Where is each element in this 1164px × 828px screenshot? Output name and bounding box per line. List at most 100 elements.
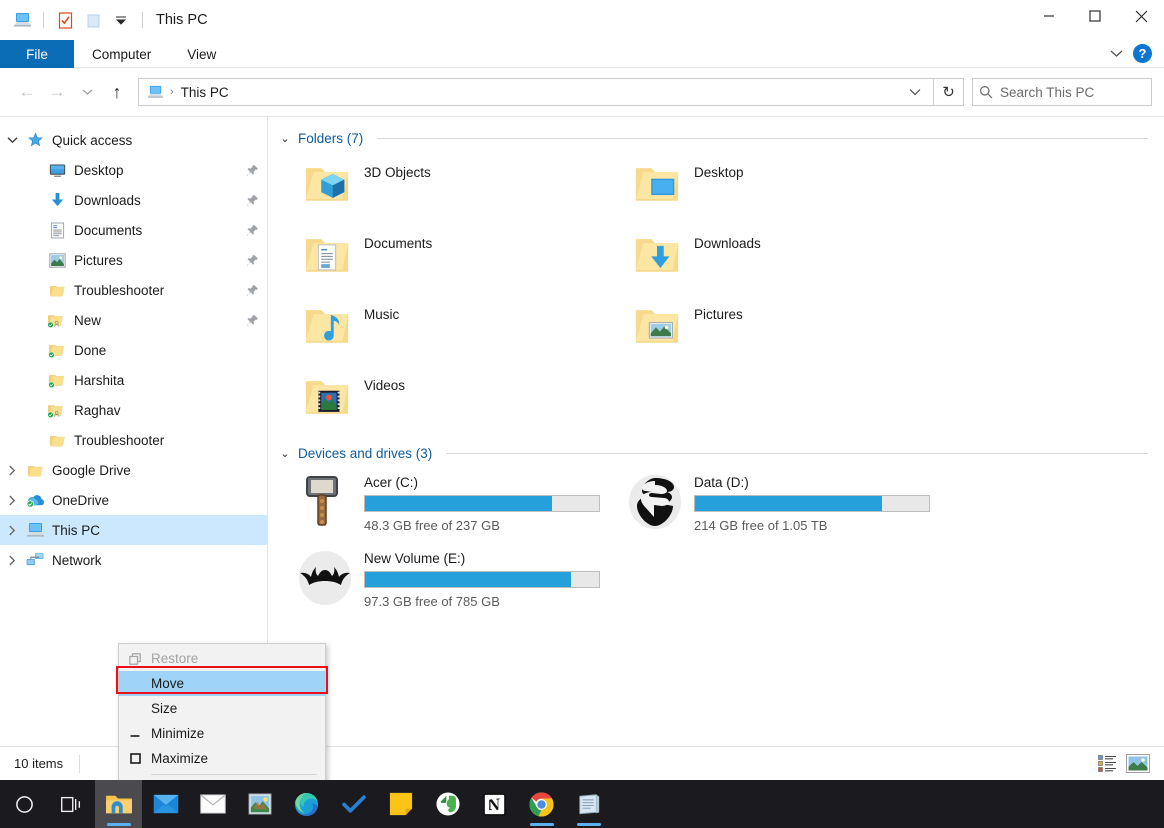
folder-pictures-icon xyxy=(630,294,684,356)
sidebar-item-onedrive[interactable]: OneDrive xyxy=(0,485,267,515)
customize-qat-chevron-icon[interactable] xyxy=(109,8,133,32)
sidebar-item-troubleshooter[interactable]: Troubleshooter xyxy=(0,275,267,305)
taskbar-task-view-icon[interactable] xyxy=(48,780,95,828)
pin-icon[interactable] xyxy=(246,314,259,327)
chevron-right-icon[interactable] xyxy=(0,525,24,536)
context-menu-item-label: Move xyxy=(151,676,184,691)
new-folder-icon[interactable] xyxy=(81,8,105,32)
large-icons-view-button[interactable] xyxy=(1126,754,1150,773)
folder-tile[interactable]: Desktop xyxy=(608,152,938,223)
ribbon-tab-bar: File Computer View ? xyxy=(0,40,1164,68)
taskbar-outlook-icon[interactable] xyxy=(189,780,236,828)
folder-synced-icon xyxy=(46,370,68,390)
sidebar-item-new[interactable]: New xyxy=(0,305,267,335)
context-menu-item-size[interactable]: Size xyxy=(119,696,325,721)
context-menu-item-maximize[interactable]: Maximize xyxy=(119,746,325,771)
forward-button[interactable]: → xyxy=(42,77,72,107)
pin-icon[interactable] xyxy=(246,284,259,297)
sidebar-item-downloads[interactable]: Downloads xyxy=(0,185,267,215)
tab-computer[interactable]: Computer xyxy=(74,40,169,68)
sidebar-item-this-pc[interactable]: This PC xyxy=(0,515,267,545)
folder-tile[interactable]: Pictures xyxy=(608,294,938,365)
taskbar-paint-icon[interactable] xyxy=(236,780,283,828)
sidebar-item-pictures[interactable]: Pictures xyxy=(0,245,267,275)
help-icon[interactable]: ? xyxy=(1133,44,1152,63)
chevron-right-icon[interactable] xyxy=(0,555,24,566)
folder-tile[interactable]: Videos xyxy=(278,365,608,436)
group-divider xyxy=(377,138,1148,139)
sidebar-item-raghav[interactable]: Raghav xyxy=(0,395,267,425)
folder-tile[interactable]: Documents xyxy=(278,223,608,294)
maximize-button[interactable] xyxy=(1072,0,1118,32)
tab-file[interactable]: File xyxy=(0,40,74,68)
chevron-down-icon[interactable]: ⌄ xyxy=(278,447,292,460)
breadcrumb[interactable]: This PC xyxy=(181,85,229,100)
drives-list: Acer (C:)48.3 GB free of 237 GBData (D:)… xyxy=(278,469,1148,621)
file-explorer-window: This PC File Computer View ? ← → xyxy=(0,0,1164,828)
taskbar-evernote-icon[interactable] xyxy=(424,780,471,828)
drive-tile[interactable]: Data (D:)214 GB free of 1.05 TB xyxy=(608,469,938,545)
mjolnir-hammer-drive-icon xyxy=(294,469,356,535)
address-dropdown-chevron-icon[interactable] xyxy=(903,88,927,96)
pin-icon[interactable] xyxy=(246,164,259,177)
sidebar-item-done[interactable]: Done xyxy=(0,335,267,365)
folders-group-header[interactable]: ⌄ Folders (7) xyxy=(278,131,1148,146)
chevron-down-icon[interactable] xyxy=(0,136,24,144)
pictures-icon xyxy=(46,250,68,270)
folder-tile[interactable]: Downloads xyxy=(608,223,938,294)
pin-icon[interactable] xyxy=(246,254,259,267)
address-bar[interactable]: › This PC xyxy=(138,78,934,106)
sidebar-item-quick-access[interactable]: Quick access xyxy=(0,125,267,155)
pin-icon[interactable] xyxy=(246,224,259,237)
back-button[interactable]: ← xyxy=(12,77,42,107)
drive-tile[interactable]: New Volume (E:)97.3 GB free of 785 GB xyxy=(278,545,608,621)
drive-tile[interactable]: Acer (C:)48.3 GB free of 237 GB xyxy=(278,469,608,545)
taskbar-notepad-icon[interactable] xyxy=(565,780,612,828)
chevron-right-icon[interactable] xyxy=(0,495,24,506)
chevron-down-icon[interactable] xyxy=(1110,49,1123,58)
drives-group-header[interactable]: ⌄ Devices and drives (3) xyxy=(278,446,1148,461)
details-view-button[interactable] xyxy=(1098,755,1118,772)
tab-view[interactable]: View xyxy=(169,40,234,68)
sidebar-item-desktop[interactable]: Desktop xyxy=(0,155,267,185)
search-input[interactable]: Search This PC xyxy=(972,78,1152,106)
search-icon xyxy=(979,85,993,99)
context-menu-item-move[interactable]: Move xyxy=(119,671,325,696)
sidebar-item-documents[interactable]: Documents xyxy=(0,215,267,245)
refresh-button[interactable]: ↻ xyxy=(934,78,964,106)
chevron-right-icon[interactable] xyxy=(0,465,24,476)
taskbar-notion-icon[interactable] xyxy=(471,780,518,828)
sidebar-item-label: Pictures xyxy=(74,253,123,268)
context-menu-item-minimize[interactable]: Minimize xyxy=(119,721,325,746)
properties-icon[interactable] xyxy=(53,8,77,32)
taskbar-cortana-icon[interactable] xyxy=(0,780,48,828)
drive-name: Data (D:) xyxy=(694,475,930,490)
taskbar-file-explorer-icon[interactable] xyxy=(95,780,142,828)
up-button[interactable]: ↑ xyxy=(102,77,132,107)
this-pc-icon[interactable] xyxy=(10,8,34,32)
taskbar-mail-icon[interactable] xyxy=(142,780,189,828)
network-icon xyxy=(24,550,46,570)
documents-icon xyxy=(46,220,68,240)
restore-icon xyxy=(119,653,151,665)
folder-synced-shared-icon xyxy=(46,310,68,330)
sidebar-item-harshita[interactable]: Harshita xyxy=(0,365,267,395)
folder-tile[interactable]: Music xyxy=(278,294,608,365)
close-button[interactable] xyxy=(1118,0,1164,32)
folder-tile[interactable]: 3D Objects xyxy=(278,152,608,223)
quick-access-toolbar: This PC xyxy=(0,8,208,32)
taskbar-todo-icon[interactable] xyxy=(330,780,377,828)
pin-icon[interactable] xyxy=(246,194,259,207)
chevron-down-icon[interactable]: ⌄ xyxy=(278,132,292,145)
sidebar-item-label: This PC xyxy=(52,523,100,538)
folder-name: Pictures xyxy=(694,307,743,322)
taskbar-chrome-icon[interactable] xyxy=(518,780,565,828)
recent-locations-chevron-icon[interactable] xyxy=(72,77,102,107)
drive-free-space: 48.3 GB free of 237 GB xyxy=(364,518,600,533)
sidebar-item-google-drive[interactable]: Google Drive xyxy=(0,455,267,485)
taskbar-sticky-notes-icon[interactable] xyxy=(377,780,424,828)
taskbar-edge-icon[interactable] xyxy=(283,780,330,828)
sidebar-item-troubleshooter[interactable]: Troubleshooter xyxy=(0,425,267,455)
sidebar-item-network[interactable]: Network xyxy=(0,545,267,575)
minimize-button[interactable] xyxy=(1026,0,1072,32)
